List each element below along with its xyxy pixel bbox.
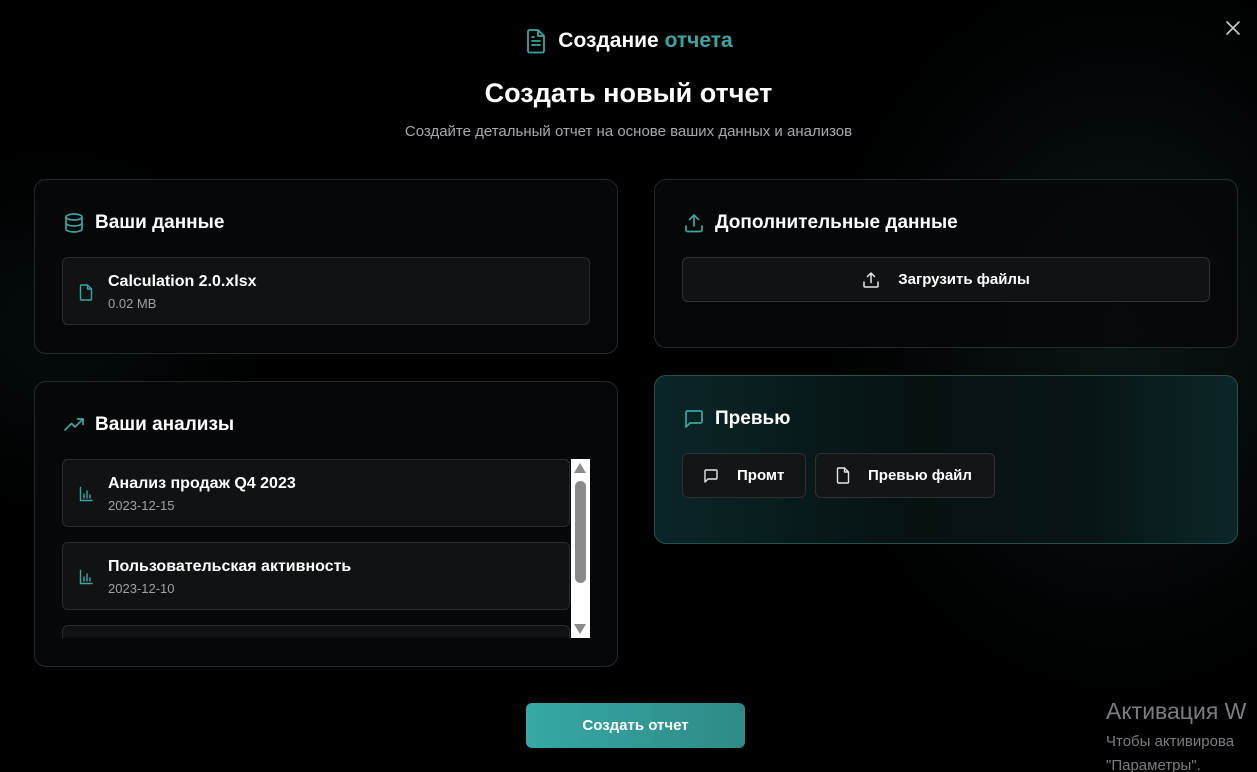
preview-card: Превью Промт Превью файл bbox=[654, 375, 1238, 544]
windows-activation-line1: Чтобы активирова bbox=[1106, 733, 1235, 750]
prompt-button[interactable]: Промт bbox=[682, 453, 806, 498]
scroll-up-arrow-icon[interactable] bbox=[574, 463, 586, 473]
additional-data-header: Дополнительные данные bbox=[683, 212, 958, 234]
file-text-icon bbox=[527, 29, 546, 54]
prompt-label: Промт bbox=[737, 467, 785, 484]
analysis-date: 2023-12-10 bbox=[108, 581, 175, 596]
page-title: Создать новый отчет bbox=[484, 78, 773, 108]
analysis-item-partial[interactable] bbox=[62, 625, 570, 638]
windows-activation-line2: "Параметры". bbox=[1106, 757, 1201, 772]
your-data-card: Ваши данные Calculation 2.0.xlsx 0.02 MB bbox=[34, 179, 618, 354]
modal-title-main: Создание bbox=[558, 29, 659, 52]
analyses-scrollbar[interactable] bbox=[571, 459, 590, 638]
your-analyses-header: Ваши анализы bbox=[63, 414, 234, 436]
windows-activation-title: Активация W bbox=[1106, 698, 1247, 724]
analysis-name: Пользовательская активность bbox=[108, 558, 352, 575]
scroll-thumb[interactable] bbox=[575, 481, 586, 583]
additional-data-title: Дополнительные данные bbox=[715, 212, 958, 233]
your-data-title: Ваши данные bbox=[95, 212, 225, 233]
data-file-name: Calculation 2.0.xlsx bbox=[108, 273, 257, 290]
trending-up-icon bbox=[64, 418, 84, 431]
data-file-item[interactable]: Calculation 2.0.xlsx 0.02 MB bbox=[62, 257, 590, 325]
database-icon bbox=[65, 213, 83, 233]
data-file-size: 0.02 MB bbox=[108, 296, 157, 311]
modal-title-accent: отчета bbox=[664, 29, 733, 52]
analysis-name: Анализ продаж Q4 2023 bbox=[108, 475, 296, 492]
modal-header: Создание отчета bbox=[0, 28, 1257, 54]
analysis-item[interactable]: Анализ продаж Q4 2023 2023-12-15 bbox=[62, 459, 570, 527]
bar-chart-icon bbox=[79, 569, 93, 585]
preview-title: Превью bbox=[715, 408, 791, 429]
file-icon bbox=[79, 284, 93, 301]
your-analyses-title: Ваши анализы bbox=[95, 414, 235, 435]
preview-header: Превью bbox=[683, 408, 790, 430]
analysis-date: 2023-12-15 bbox=[108, 498, 175, 513]
analysis-item[interactable]: Пользовательская активность 2023-12-10 bbox=[62, 542, 570, 610]
preview-file-button[interactable]: Превью файл bbox=[815, 453, 995, 498]
your-data-header: Ваши данные bbox=[63, 212, 224, 234]
upload-files-label: Загрузить файлы bbox=[898, 271, 1030, 288]
modal-title: Создание отчета bbox=[558, 29, 732, 53]
preview-file-label: Превью файл bbox=[868, 467, 972, 484]
upload-files-button[interactable]: Загрузить файлы bbox=[682, 257, 1210, 302]
upload-icon bbox=[863, 271, 879, 288]
additional-data-card: Дополнительные данные Загрузить файлы bbox=[654, 179, 1238, 348]
scroll-down-arrow-icon[interactable] bbox=[574, 624, 586, 634]
message-square-icon bbox=[704, 468, 718, 483]
file-icon bbox=[836, 467, 850, 484]
bar-chart-icon bbox=[79, 486, 93, 502]
your-analyses-card: Ваши анализы Анализ продаж Q4 2023 2023-… bbox=[34, 381, 618, 667]
analyses-list[interactable]: Анализ продаж Q4 2023 2023-12-15 Пользов… bbox=[62, 459, 590, 638]
message-square-icon bbox=[685, 410, 703, 428]
create-report-button[interactable]: Создать отчет bbox=[526, 703, 745, 748]
upload-icon bbox=[685, 214, 703, 233]
page-subtitle: Создайте детальный отчет на основе ваших… bbox=[404, 123, 853, 140]
